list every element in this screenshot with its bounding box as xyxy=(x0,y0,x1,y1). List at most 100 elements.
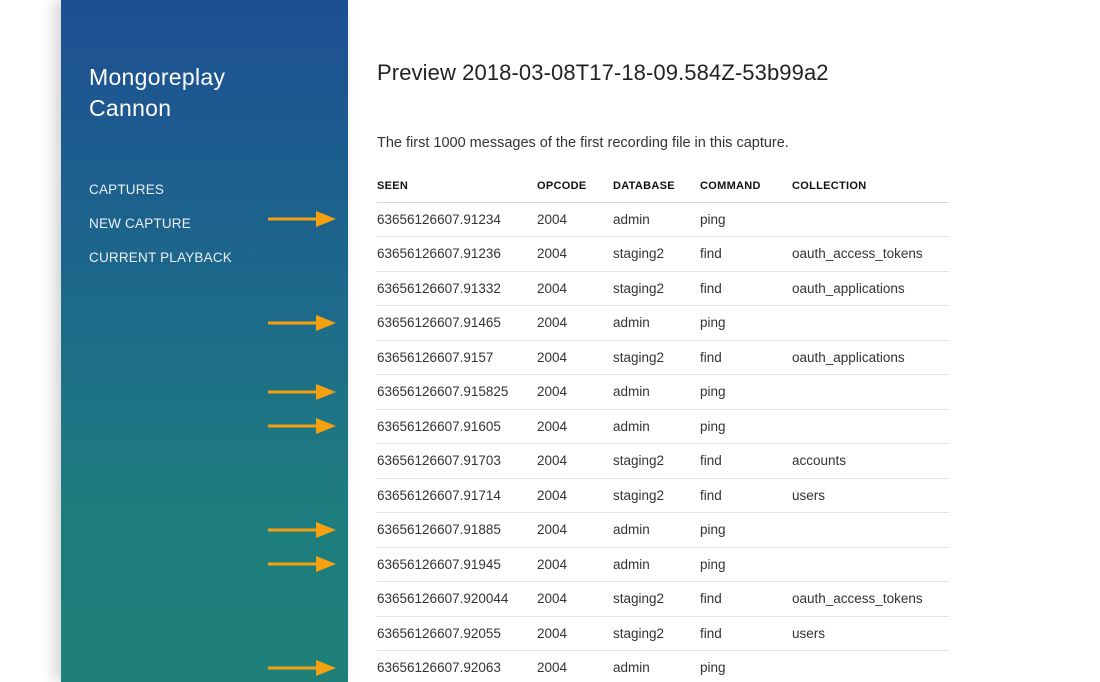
cell-seen: 63656126607.91465 xyxy=(377,305,537,341)
cell-opcode: 2004 xyxy=(537,305,613,341)
cell-command: ping xyxy=(700,202,792,237)
cell-command: find xyxy=(700,478,792,513)
table-row[interactable]: 63656126607.91236 2004 staging2 find oauth_a… xyxy=(377,236,949,272)
cell-collection: oauth_applications xyxy=(792,271,949,306)
cell-database: admin xyxy=(613,374,700,410)
cell-collection xyxy=(792,547,949,582)
table-row[interactable]: 63656126607.91703 2004 staging2 find account… xyxy=(377,443,949,479)
cell-opcode: 2004 xyxy=(537,478,613,513)
cell-database: staging2 xyxy=(613,616,700,651)
cell-opcode: 2004 xyxy=(537,650,613,682)
cell-seen: 63656126607.91332 xyxy=(377,271,537,306)
right-arrow-icon xyxy=(268,383,336,400)
cell-seen: 63656126607.91234 xyxy=(377,202,537,237)
table-row[interactable]: 63656126607.91885 2004 admin ping xyxy=(377,512,949,548)
cell-database: admin xyxy=(613,650,700,682)
cell-command: ping xyxy=(700,547,792,582)
table-row[interactable]: 63656126607.91714 2004 staging2 find users xyxy=(377,478,949,513)
cell-opcode: 2004 xyxy=(537,374,613,410)
cell-command: ping xyxy=(700,409,792,444)
table-row[interactable]: 63656126607.9157 2004 staging2 find oauth_ap… xyxy=(377,340,949,375)
cell-opcode: 2004 xyxy=(537,409,613,444)
table-row[interactable]: 63656126607.92063 2004 admin ping xyxy=(377,650,949,682)
page-subtitle: The first 1000 messages of the first rec… xyxy=(377,135,789,151)
header-collection[interactable]: COLLECTION xyxy=(792,170,949,203)
main-content: Preview 2018-03-08T17-18-09.584Z-53b99a2… xyxy=(377,0,1077,682)
app-title-line-2: Cannon xyxy=(89,95,172,121)
cell-seen: 63656126607.91703 xyxy=(377,443,537,479)
cell-collection: oauth_access_tokens xyxy=(792,581,949,617)
cell-database: admin xyxy=(613,202,700,237)
cell-command: find xyxy=(700,616,792,651)
cell-command: ping xyxy=(700,374,792,410)
cell-database: staging2 xyxy=(613,236,700,272)
cell-collection xyxy=(792,374,949,410)
cell-seen: 63656126607.91945 xyxy=(377,547,537,582)
cell-command: ping xyxy=(700,650,792,682)
cell-database: admin xyxy=(613,547,700,582)
nav-item-new-capture[interactable]: NEW CAPTURE xyxy=(89,214,232,248)
sidebar-nav: CAPTURES NEW CAPTURE CURRENT PLAYBACK xyxy=(89,180,232,282)
cell-command: find xyxy=(700,271,792,306)
right-arrow-icon xyxy=(268,314,336,331)
cell-command: ping xyxy=(700,305,792,341)
cell-seen: 63656126607.9157 xyxy=(377,340,537,375)
cell-opcode: 2004 xyxy=(537,547,613,582)
cell-seen: 63656126607.92055 xyxy=(377,616,537,651)
header-command[interactable]: COMMAND xyxy=(700,170,792,203)
left-gutter xyxy=(0,0,61,682)
right-arrow-icon xyxy=(268,418,336,435)
cell-database: staging2 xyxy=(613,443,700,479)
nav-item-current-playback[interactable]: CURRENT PLAYBACK xyxy=(89,248,232,282)
right-arrow-icon xyxy=(268,521,336,538)
cell-database: admin xyxy=(613,409,700,444)
cell-opcode: 2004 xyxy=(537,271,613,306)
cell-database: staging2 xyxy=(613,340,700,375)
app-title-line-1: Mongoreplay xyxy=(89,64,226,90)
right-arrow-icon xyxy=(268,659,336,676)
cell-opcode: 2004 xyxy=(537,443,613,479)
messages-table: SEEN OPCODE DATABASE COMMAND COLLECTION … xyxy=(377,170,949,682)
table-row[interactable]: 63656126607.91332 2004 staging2 find oauth_a… xyxy=(377,271,949,306)
table-row[interactable]: 63656126607.91234 2004 admin ping xyxy=(377,202,949,237)
sidebar: Mongoreplay Cannon CAPTURES NEW CAPTURE … xyxy=(61,0,348,682)
cell-opcode: 2004 xyxy=(537,512,613,548)
right-arrow-icon xyxy=(268,211,336,228)
cell-opcode: 2004 xyxy=(537,581,613,617)
cell-opcode: 2004 xyxy=(537,202,613,237)
cell-collection: users xyxy=(792,478,949,513)
cell-database: admin xyxy=(613,512,700,548)
table-body: 63656126607.91234 2004 admin ping 6365612660… xyxy=(377,202,949,682)
cell-opcode: 2004 xyxy=(537,616,613,651)
right-arrow-icon xyxy=(268,556,336,573)
cell-command: find xyxy=(700,340,792,375)
header-seen[interactable]: SEEN xyxy=(377,170,537,203)
table-row[interactable]: 63656126607.92055 2004 staging2 find users xyxy=(377,616,949,651)
table-row[interactable]: 63656126607.920044 2004 staging2 find oauth_… xyxy=(377,581,949,617)
cell-seen: 63656126607.92063 xyxy=(377,650,537,682)
nav-item-captures[interactable]: CAPTURES xyxy=(89,180,232,214)
cell-collection: users xyxy=(792,616,949,651)
cell-collection: accounts xyxy=(792,443,949,479)
header-database[interactable]: DATABASE xyxy=(613,170,700,203)
table-row[interactable]: 63656126607.91945 2004 admin ping xyxy=(377,547,949,582)
cell-collection xyxy=(792,305,949,341)
header-opcode[interactable]: OPCODE xyxy=(537,170,613,203)
cell-seen: 63656126607.920044 xyxy=(377,581,537,617)
cell-collection xyxy=(792,409,949,444)
cell-seen: 63656126607.91605 xyxy=(377,409,537,444)
table-row[interactable]: 63656126607.91605 2004 admin ping xyxy=(377,409,949,444)
table-row[interactable]: 63656126607.91465 2004 admin ping xyxy=(377,305,949,341)
cell-seen: 63656126607.91236 xyxy=(377,236,537,272)
cell-collection xyxy=(792,650,949,682)
cell-command: find xyxy=(700,443,792,479)
cell-command: find xyxy=(700,236,792,272)
cell-collection xyxy=(792,512,949,548)
cell-command: ping xyxy=(700,512,792,548)
cell-opcode: 2004 xyxy=(537,340,613,375)
table-header-row: SEEN OPCODE DATABASE COMMAND COLLECTION xyxy=(377,170,949,203)
cell-seen: 63656126607.91885 xyxy=(377,512,537,548)
cell-command: find xyxy=(700,581,792,617)
cell-collection xyxy=(792,202,949,237)
table-row[interactable]: 63656126607.915825 2004 admin ping xyxy=(377,374,949,410)
